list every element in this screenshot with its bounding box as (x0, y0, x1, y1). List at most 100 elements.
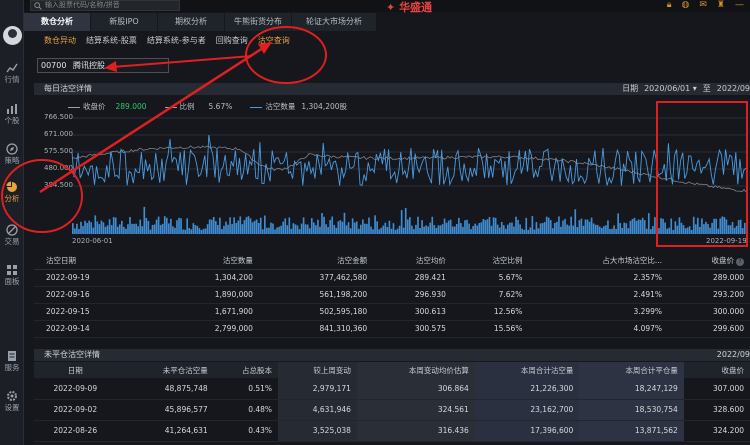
top-bar: 输入股票代码/名称/拼音 ✦ 华盛通 🔒︎ ◍ ✉ ♜ — (24, 0, 750, 14)
table-row[interactable]: 2022-08-26 41,264,631 0.43% 3,525,038 316.43… (34, 420, 750, 442)
chart-legend: 收盘价 289.000 比例 5.67% 沽空数量 1,304,200股 (68, 101, 347, 112)
uncovered-date[interactable]: 2022/09 (717, 349, 750, 361)
sidebar-item-trade[interactable]: 交易 (0, 224, 24, 247)
subtab-settlement-participant[interactable]: 结算系统-参与者 (147, 35, 206, 46)
volume-bar (566, 224, 568, 234)
volume-bar (178, 217, 180, 234)
sidebar-item-strategy[interactable]: 策略 (0, 143, 24, 166)
volume-bar (441, 224, 444, 234)
volume-bar (527, 229, 530, 234)
volume-bar (629, 220, 632, 234)
mail-icon[interactable]: ✉ (699, 0, 707, 11)
volume-bar (719, 218, 722, 234)
table-row[interactable]: 2022-09-15 1,671,900 502,595,180 300.613 12.… (34, 303, 750, 321)
help-icon[interactable]: ? (736, 257, 744, 266)
col-header: 本周合计平仓量 (579, 362, 684, 378)
volume-bar (654, 217, 656, 234)
volume-bar (296, 225, 299, 234)
volume-bar (549, 220, 552, 234)
tab-ipo[interactable]: 新股IPO (91, 13, 157, 31)
volume-bar (221, 229, 223, 234)
table-cell: 45,896,577 (122, 399, 214, 421)
volume-bar (511, 222, 513, 234)
volume-bar (143, 206, 146, 234)
table-row[interactable]: 2022-09-19 1,304,200 377,462,580 289.421 5.6… (34, 269, 750, 287)
volume-bar (400, 210, 403, 234)
volume-bar (161, 223, 164, 234)
shirt-icon[interactable]: ♜ (717, 0, 725, 11)
volume-bar (582, 225, 585, 234)
sidebar-item-settings[interactable]: 设置 (0, 390, 24, 413)
sidebar-item-label: 分析 (4, 194, 20, 203)
sidebar-item-stock[interactable]: 个股 (0, 103, 24, 126)
sidebar-item-panel[interactable]: 面板 (0, 264, 24, 287)
date-from-value: 2020/06/01 (644, 84, 691, 93)
col-header-close: 收盘价? (668, 252, 750, 270)
volume-bar (627, 228, 630, 234)
table-row[interactable]: 2022-09-09 48,875,748 0.51% 2,979,171 306.86… (34, 378, 750, 400)
sidebar-item-market[interactable]: 行情 (0, 62, 24, 85)
volume-bar (78, 228, 80, 234)
volume-bar (411, 225, 413, 234)
volume-bar (645, 228, 648, 234)
minimize-icon[interactable]: — (735, 0, 744, 11)
volume-bar (729, 225, 732, 234)
table-row[interactable]: 2022-09-16 1,890,000 561,198,200 296.930 7.6… (34, 286, 750, 304)
volume-bar (684, 228, 687, 234)
tab-warrant-market[interactable]: 轮证大市场分析 (292, 13, 376, 31)
tab-data-analysis[interactable]: 数仓分析 (24, 13, 90, 31)
volume-bar (313, 222, 315, 234)
volume-bar (188, 227, 191, 234)
volume-bar (353, 222, 356, 234)
sidebar-item-analysis[interactable]: 分析 (0, 181, 24, 204)
table-row[interactable]: 2022-09-02 45,896,577 0.48% 4,631,946 324.56… (34, 399, 750, 421)
avatar[interactable] (3, 26, 22, 45)
volume-bar (112, 217, 115, 234)
volume-bar (310, 218, 313, 234)
subtab-holdings-change[interactable]: 数仓异动 (44, 35, 76, 46)
volume-bar (357, 228, 360, 234)
volume-bar (617, 213, 619, 234)
volume-bar (308, 228, 311, 234)
table-row[interactable]: 2022-09-14 2,799,000 841,310,360 300.575 15.… (34, 320, 750, 338)
volume-bar (300, 223, 303, 234)
volume-bar (492, 217, 495, 234)
table-cell: 41,264,631 (122, 420, 214, 442)
table-cell: 1,671,900 (164, 303, 259, 321)
table-cell: 18,530,754 (579, 399, 684, 421)
date-from-select[interactable]: 2020/06/01 ▾ (644, 83, 697, 95)
volume-bar (118, 224, 121, 234)
volume-bar (259, 217, 262, 234)
headset-icon[interactable]: ◍ (682, 0, 690, 11)
volume-bar (272, 223, 274, 234)
volume-bar (541, 223, 544, 234)
tab-cbbc-distribution[interactable]: 牛熊街货分布 (225, 13, 291, 31)
volume-bar (545, 216, 548, 234)
volume-bar (84, 220, 86, 234)
volume-bar (556, 221, 558, 234)
lock-icon[interactable]: 🔒︎ (667, 0, 672, 11)
volume-bar (278, 226, 280, 234)
legend-price: 收盘价 289.000 (68, 101, 147, 112)
table-cell: 2.491% (528, 286, 669, 304)
table-header-row: 日期 未平仓沽空量 占总股本 较上周变动 本周变动均价估算 本周合计沽空量 本周… (34, 362, 750, 378)
tab-options[interactable]: 期权分析 (158, 13, 224, 31)
volume-bar (210, 219, 213, 234)
subtab-buyback[interactable]: 回购查询 (216, 35, 248, 46)
subtab-settlement-stock[interactable]: 结算系统-股票 (86, 35, 137, 46)
volume-bar (174, 227, 176, 234)
volume-bar (574, 209, 577, 234)
sidebar-item-service[interactable]: 服务 (0, 350, 24, 373)
volume-bar (666, 228, 668, 234)
search-input[interactable]: 输入股票代码/名称/拼音 (30, 0, 180, 11)
date-to-select[interactable]: 2022/09 (717, 83, 750, 95)
stock-code-input[interactable]: 00700 腾讯控股 (37, 58, 169, 73)
volume-bar (725, 219, 728, 234)
volume-bar (398, 225, 401, 234)
date-separator: 至 (702, 84, 711, 93)
table-cell: 3.299% (528, 303, 669, 321)
volume-bar (94, 215, 97, 234)
volume-bar (484, 220, 487, 234)
subtab-short-selling[interactable]: 沽空查询 (258, 35, 290, 46)
volume-bar (437, 225, 440, 234)
